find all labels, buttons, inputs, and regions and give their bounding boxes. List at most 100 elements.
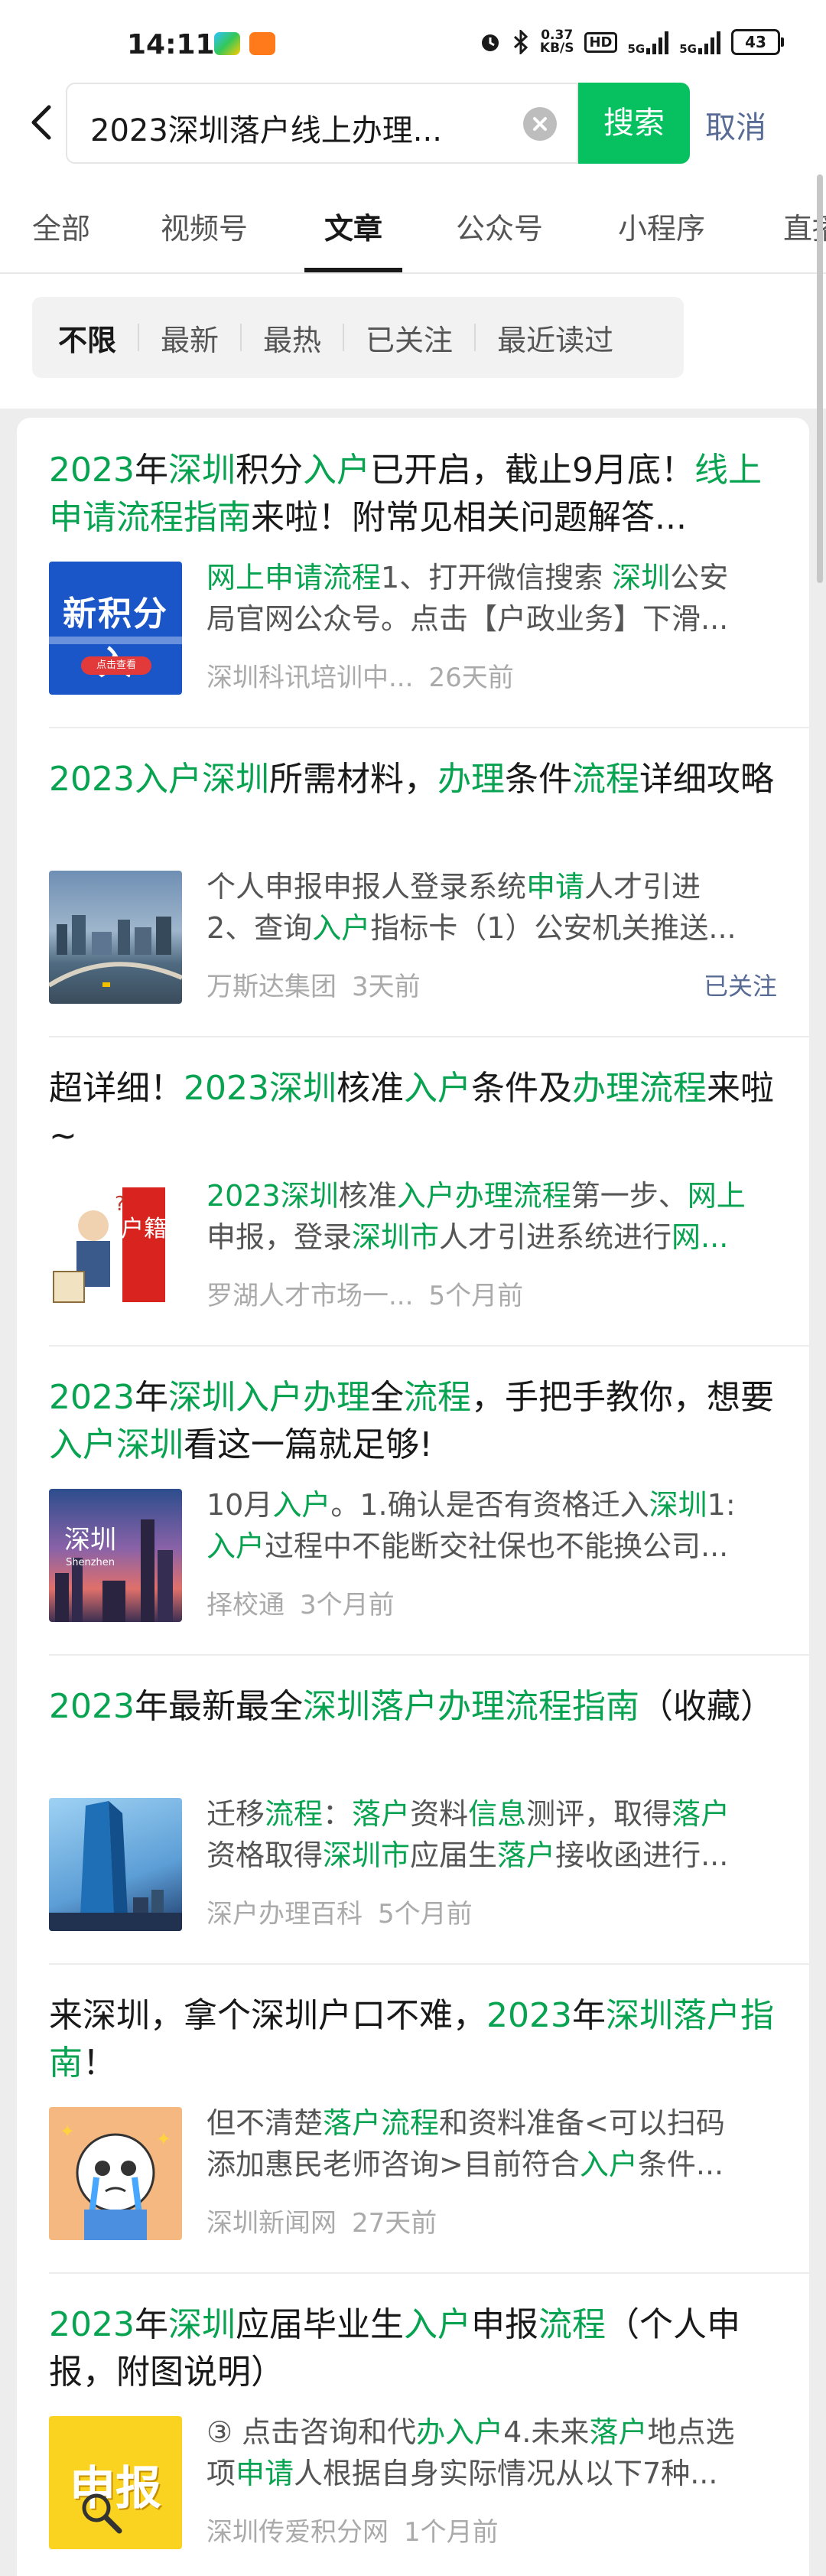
article-thumbnail[interactable] <box>49 1798 182 1931</box>
cancel-button[interactable]: 取消 <box>705 103 766 147</box>
city-image <box>49 915 182 988</box>
article-item[interactable]: 2023入户深圳所需材料，办理条件流程详细攻略 个人申报申报人登录系统申请人才引… <box>49 756 777 1004</box>
article-age: 1个月前 <box>404 2517 499 2548</box>
snippet-line: 2023深圳核准入户办理流程第一步、网上 <box>206 1175 777 1216</box>
article-meta: 深户办理百科 5个月前 <box>206 1893 473 1930</box>
article-title[interactable]: 2023年深圳入户办理全流程，手把手教你，想要入户深圳看这一篇就足够! <box>49 1374 777 1469</box>
list-divider <box>49 1345 809 1347</box>
scrollbar[interactable] <box>817 174 823 583</box>
tab-articles[interactable]: 文章 <box>324 205 382 247</box>
article-thumbnail[interactable]: ✦ ✦ <box>49 2107 182 2240</box>
alarm-icon <box>481 34 499 51</box>
snippet-line: 但不清楚落户流程和资料准备<可以扫码 <box>206 2102 777 2144</box>
article-title[interactable]: 来深圳，拿个深圳户口不难，2023年深圳落户指南！ <box>49 1992 777 2087</box>
back-arrow-icon[interactable] <box>23 99 61 145</box>
keyword-highlight: 入户 <box>403 1069 471 1108</box>
title-text: 看这一篇就足够! <box>184 1425 433 1464</box>
title-text: 应届毕业生 <box>235 2305 404 2344</box>
title-text: 年 <box>134 1378 168 1417</box>
filter-area: 不限 最新 最热 已关注 最近读过 <box>0 274 826 409</box>
shenzhen-skyline-image: 深圳 Shenzhen <box>55 1519 173 1622</box>
search-input[interactable]: 2023深圳落户线上办理... <box>66 83 578 164</box>
filter-unlimited[interactable]: 不限 <box>58 317 116 359</box>
followed-badge: 已关注 <box>703 972 777 1001</box>
snippet-text: 迁移 <box>206 1797 265 1831</box>
tab-all[interactable]: 全部 <box>32 205 90 247</box>
keyword-highlight: 深圳市 <box>352 1220 440 1254</box>
article-thumbnail[interactable]: 申报 <box>49 2416 182 2549</box>
title-text: 积分 <box>235 451 303 490</box>
snippet-text: 核准 <box>338 1179 397 1213</box>
article-source: 择校通 <box>206 1590 285 1620</box>
list-divider <box>49 2272 809 2274</box>
article-item[interactable]: 超详细！2023深圳核准入户条件及办理流程来啦~ 户籍 ? 2023深圳核准入户… <box>49 1065 777 1313</box>
filter-hottest[interactable]: 最热 <box>263 317 321 359</box>
article-item[interactable]: 2023年深圳入户办理全流程，手把手教你，想要入户深圳看这一篇就足够! 深圳 S… <box>49 1374 777 1622</box>
article-age: 26天前 <box>428 663 514 693</box>
tab-channels[interactable]: 视频号 <box>161 205 248 247</box>
article-snippet: 2023深圳核准入户办理流程第一步、网上 申报，登录深圳市人才引进系统进行网... <box>206 1175 777 1258</box>
article-item[interactable]: 2023年最新最全深圳落户办理流程指南（收藏） 迁移流程：落户资料信息测评，取得… <box>49 1683 777 1931</box>
keyword-highlight: 入户 <box>272 1488 331 1522</box>
snippet-text: 个人申报申报人登录系统 <box>206 870 527 904</box>
keyword-highlight: 流程 <box>538 2305 606 2344</box>
keyword-highlight: 入户办理流程 <box>396 1179 571 1213</box>
snippet-line: 网上申请流程1、打开微信搜索 深圳公安 <box>206 557 777 598</box>
snippet-text: 过程中不能断交社保也不能换公司... <box>265 1529 729 1563</box>
article-item[interactable]: 2023年深圳积分入户已开启，截止9月底！线上申请流程指南来啦！附常见相关问题解… <box>49 447 777 695</box>
filter-newest[interactable]: 最新 <box>161 317 219 359</box>
article-thumbnail[interactable] <box>49 871 182 1004</box>
article-title[interactable]: 2023入户深圳所需材料，办理条件流程详细攻略 <box>49 756 777 803</box>
article-title[interactable]: 超详细！2023深圳核准入户条件及办理流程来啦~ <box>49 1065 777 1160</box>
keyword-highlight: 入户 <box>134 760 202 799</box>
article-snippet: 但不清楚落户流程和资料准备<可以扫码 添加惠民老师咨询>目前符合入户条件... <box>206 2102 777 2185</box>
list-divider <box>49 1654 809 1656</box>
snippet-text: 应届生 <box>410 1838 498 1872</box>
filter-divider <box>240 324 242 351</box>
keyword-highlight: 2023 <box>49 1687 135 1726</box>
article-source: 深圳传爱积分网 <box>206 2517 389 2548</box>
keyword-highlight: 2023 <box>206 1179 281 1213</box>
keyword-highlight: 深圳 <box>649 1488 707 1522</box>
tab-mini-programs[interactable]: 小程序 <box>618 205 705 247</box>
snippet-line: 2、查询入户指标卡（1）公安机关推送... <box>206 907 777 949</box>
list-divider <box>49 1963 809 1965</box>
article-thumbnail[interactable]: 新积分入 点击查看 <box>49 562 182 695</box>
article-thumbnail[interactable]: 户籍 ? <box>49 1180 182 1313</box>
article-age: 5个月前 <box>428 1281 524 1311</box>
clear-icon[interactable] <box>523 107 557 141</box>
status-app-icons <box>214 32 275 55</box>
keyword-highlight: 落户 <box>672 1797 730 1831</box>
title-text: 超详细！ <box>49 1069 184 1108</box>
filter-followed[interactable]: 已关注 <box>366 317 453 359</box>
app-notification-icon <box>214 32 240 55</box>
filter-divider <box>343 324 345 351</box>
title-text: 详细攻略 <box>639 760 774 799</box>
article-title[interactable]: 2023年深圳应届毕业生入户申报流程（个人申报，附图说明） <box>49 2301 777 2396</box>
keyword-highlight: 网... <box>672 1220 729 1254</box>
article-meta: 深圳传爱积分网 1个月前 <box>206 2511 499 2548</box>
article-title[interactable]: 2023年最新最全深圳落户办理流程指南（收藏） <box>49 1683 777 1731</box>
article-title[interactable]: 2023年深圳积分入户已开启，截止9月底！线上申请流程指南来啦！附常见相关问题解… <box>49 447 777 542</box>
snippet-text: ③ 点击咨询和代 <box>206 2415 417 2449</box>
keyword-highlight: 网上 <box>687 1179 746 1213</box>
snippet-text: 申报，登录 <box>206 1220 353 1254</box>
article-thumbnail[interactable]: 深圳 Shenzhen <box>49 1489 182 1622</box>
filter-recently-read[interactable]: 最近读过 <box>497 317 613 359</box>
snippet-line: ③ 点击咨询和代办入户4.未来落户地点选 <box>206 2412 777 2453</box>
search-query-text[interactable]: 2023深圳落户线上办理... <box>90 106 519 150</box>
article-item[interactable]: 来深圳，拿个深圳户口不难，2023年深圳落户指南！ ✦ ✦ 但不清楚落户流程和资料… <box>49 1992 777 2240</box>
article-item[interactable]: 2023年深圳应届毕业生入户申报流程（个人申报，附图说明） 申报 ③ 点击咨询和… <box>49 2301 777 2549</box>
article-age: 3个月前 <box>300 1590 395 1620</box>
tab-official-accounts[interactable]: 公众号 <box>456 205 543 247</box>
keyword-highlight: 办理流程 <box>571 1069 707 1108</box>
article-snippet: 网上申请流程1、打开微信搜索 深圳公安 局官网公众号。点击【户政业务】下滑... <box>206 557 777 640</box>
keyword-highlight: 流程 <box>571 760 639 799</box>
keyword-highlight: 落户 <box>589 2415 648 2449</box>
article-age: 5个月前 <box>378 1899 473 1930</box>
title-text: 来深圳，拿个深圳户口不难， <box>49 1996 486 2035</box>
search-button[interactable]: 搜索 <box>578 83 690 164</box>
list-divider <box>49 727 809 728</box>
tower-image <box>49 1801 182 1931</box>
snippet-text: 条件... <box>637 2148 724 2181</box>
